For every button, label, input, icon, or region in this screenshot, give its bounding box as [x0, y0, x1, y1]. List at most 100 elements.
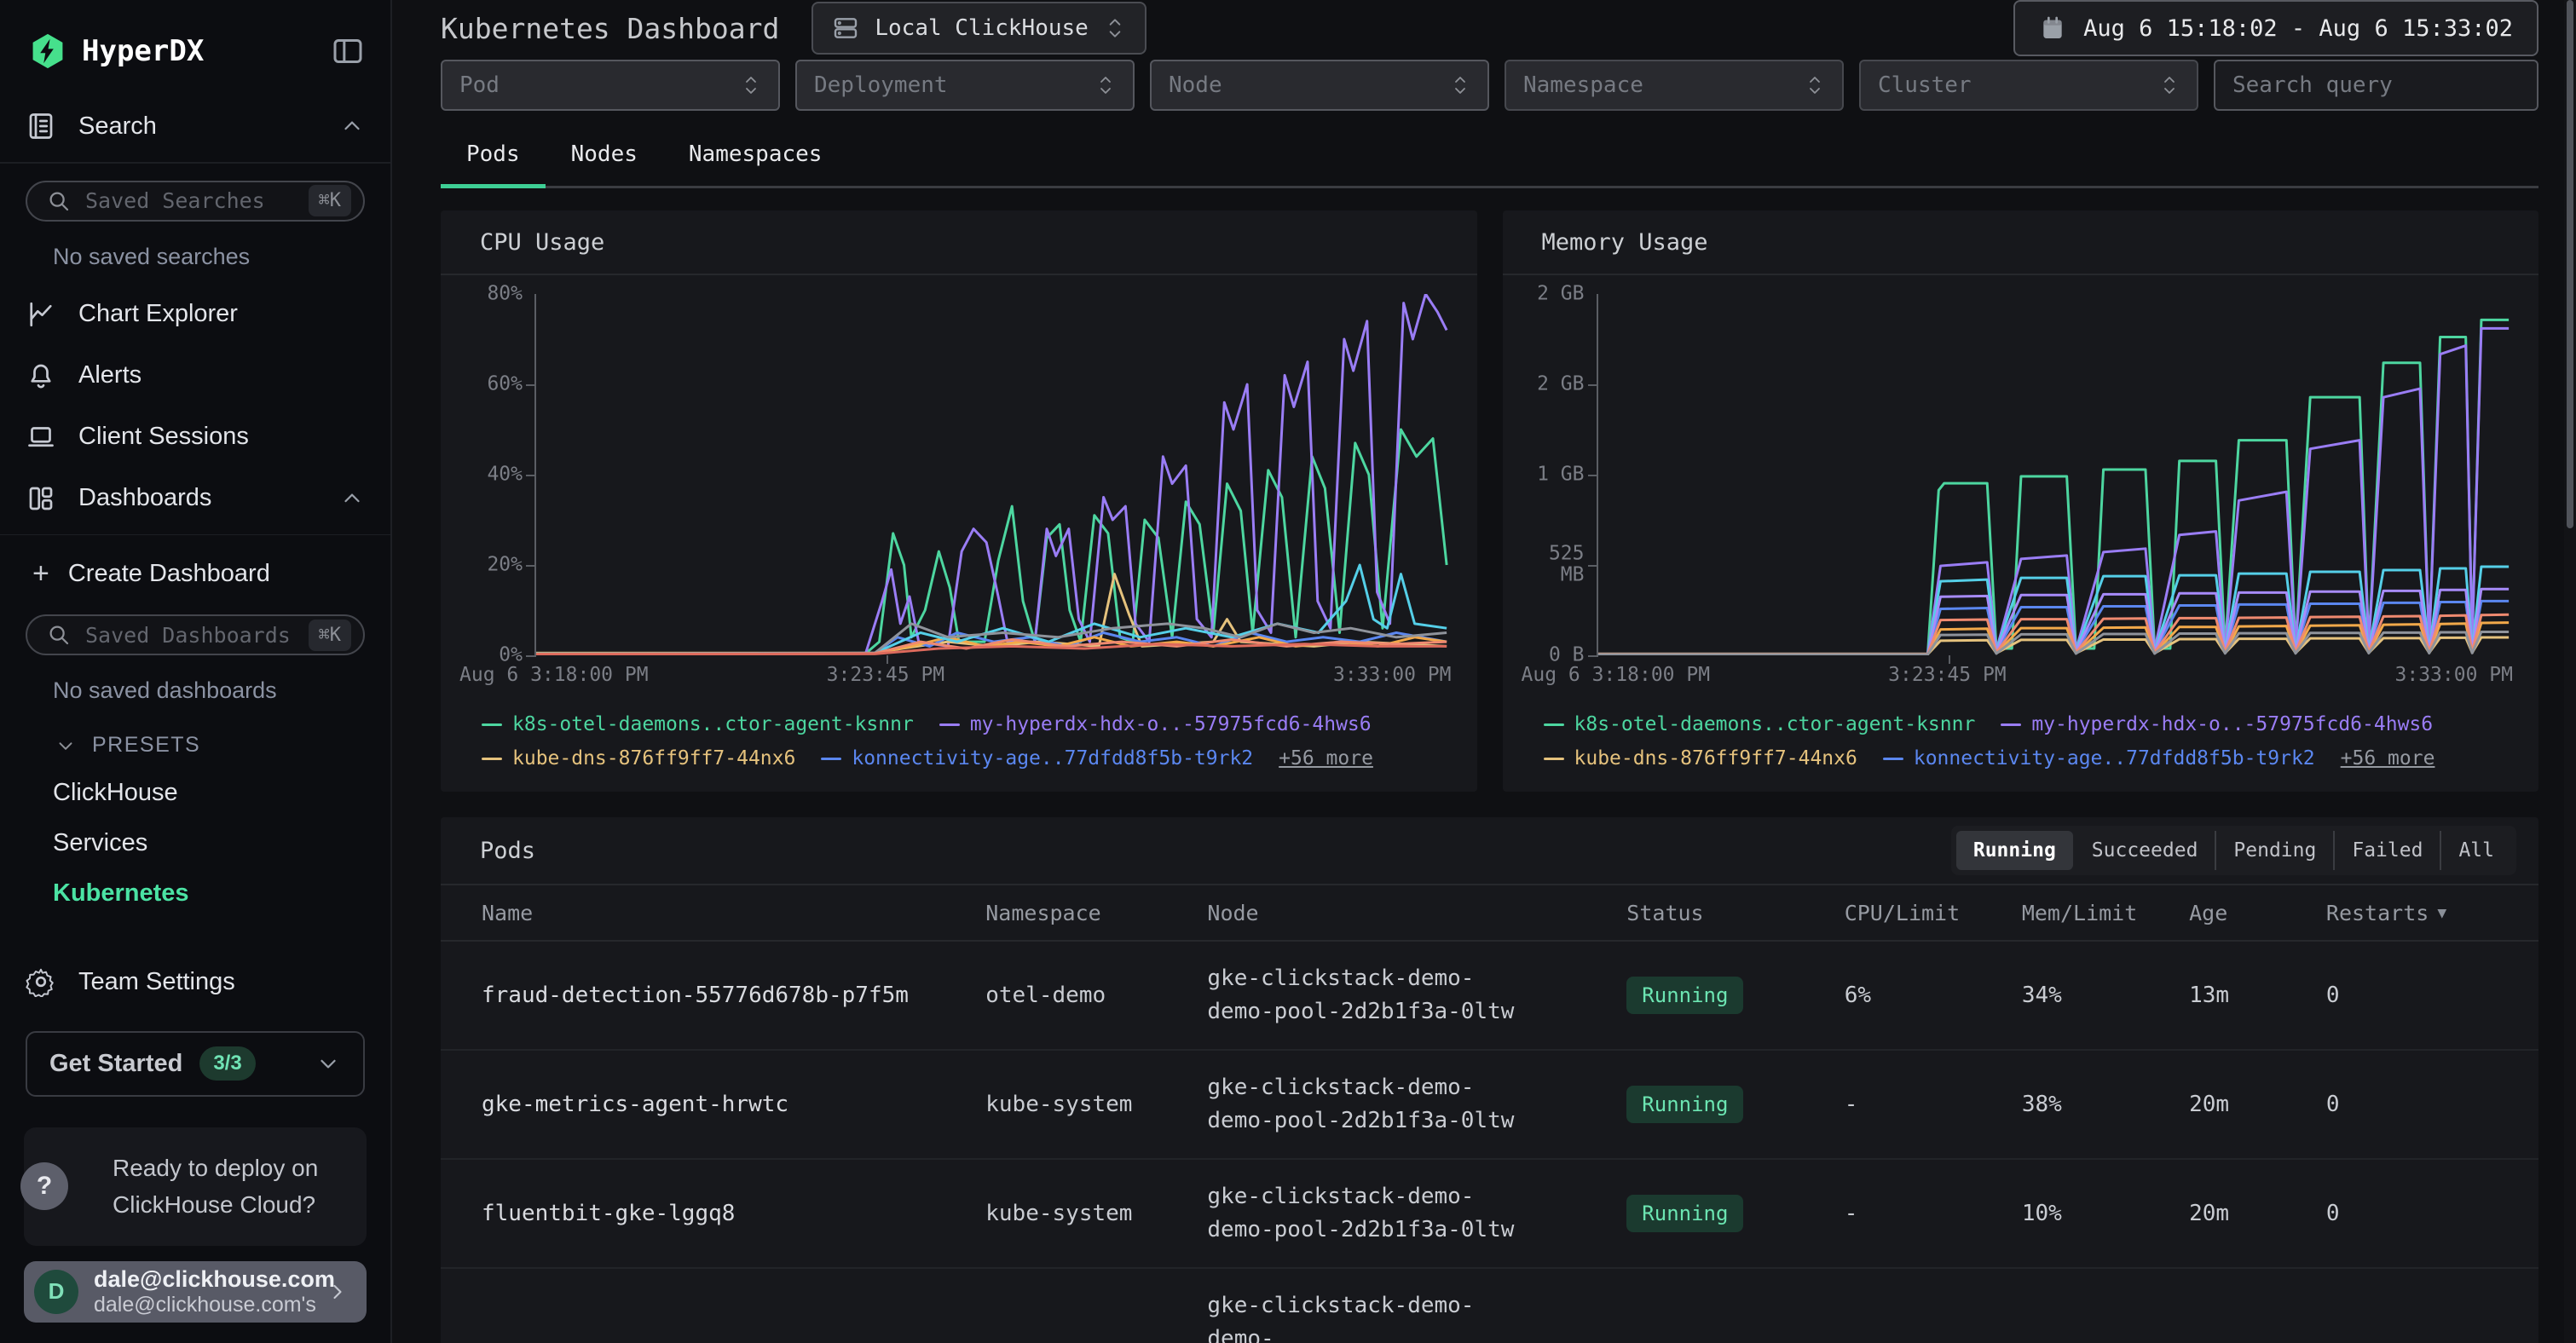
saved-dashboards-input[interactable] — [85, 623, 295, 648]
cpu-usage-card: CPU Usage 80% 60% 40% 20% 0% — [441, 210, 1477, 792]
updown-chevron-icon — [1104, 15, 1126, 41]
sidebar-item-search[interactable]: Search — [0, 95, 390, 157]
table-header-row: Name Namespace Node Status CPU/Limit Mem… — [441, 885, 2538, 942]
get-started-panel[interactable]: Get Started 3/3 — [26, 1031, 365, 1097]
pod-name[interactable]: fluentbit-gke-lggq8 — [482, 1180, 985, 1247]
x-tick-label: Aug 6 3:18:00 PM — [459, 664, 649, 686]
table-row[interactable]: gke-clickstack-demo-demo- — [441, 1269, 2538, 1343]
cpu-usage-plot[interactable] — [534, 294, 1452, 655]
pod-namespace: kube-system — [985, 1180, 1207, 1247]
user-menu[interactable]: D dale@clickhouse.com dale@clickhouse.co… — [24, 1261, 367, 1323]
preset-services[interactable]: Services — [0, 818, 390, 868]
column-header-status[interactable]: Status — [1626, 901, 1844, 925]
y-tick-label: 0 B — [1549, 644, 1585, 666]
sidebar-collapse-icon[interactable] — [331, 34, 365, 68]
node-filter-select[interactable]: Node — [1150, 60, 1489, 111]
avatar: D — [34, 1270, 78, 1314]
status-filter-running[interactable]: Running — [1956, 831, 2073, 870]
legend-swatch — [1883, 758, 1903, 760]
cluster-filter-select[interactable]: Cluster — [1859, 60, 2198, 111]
status-badge: Running — [1626, 977, 1743, 1014]
table-row[interactable]: gke-metrics-agent-hrwtc kube-system gke-… — [441, 1051, 2538, 1160]
search-query-input[interactable] — [2232, 61, 2520, 109]
sidebar-item-team-settings[interactable]: Team Settings — [0, 951, 390, 1012]
table-row[interactable]: fluentbit-gke-lggq8 kube-system gke-clic… — [441, 1160, 2538, 1269]
status-filter-all[interactable]: All — [2440, 831, 2511, 870]
legend-swatch — [939, 723, 960, 726]
status-filter-pending[interactable]: Pending — [2215, 831, 2333, 870]
x-tick-label: Aug 6 3:18:00 PM — [1522, 664, 1711, 686]
logs-icon — [26, 111, 56, 141]
database-icon — [832, 14, 859, 42]
cpu-card-header: CPU Usage — [441, 210, 1477, 275]
sidebar-item-chart-explorer[interactable]: Chart Explorer — [0, 284, 390, 345]
chevron-up-icon — [339, 486, 365, 511]
legend-more-link[interactable]: +56 more — [2341, 747, 2435, 769]
memory-legend: k8s-otel-daemons..ctor-agent-ksnnr my-hy… — [1518, 693, 2514, 792]
column-header-restarts[interactable]: Restarts▼ — [2326, 901, 2498, 925]
pods-table-card: Pods Running Succeeded Pending Failed Al… — [441, 817, 2538, 1343]
memory-usage-plot[interactable] — [1597, 294, 2514, 655]
preset-kubernetes[interactable]: Kubernetes — [0, 868, 390, 919]
column-header-cpu[interactable]: CPU/Limit — [1845, 901, 2022, 925]
sidebar-item-client-sessions[interactable]: Client Sessions — [0, 406, 390, 468]
column-header-name[interactable]: Name — [482, 901, 985, 925]
cloud-promo-card[interactable]: ? Ready to deploy on ClickHouse Cloud? — [24, 1127, 367, 1246]
deployment-filter-select[interactable]: Deployment — [795, 60, 1135, 111]
sidebar-item-alerts[interactable]: Alerts — [0, 345, 390, 406]
column-header-node[interactable]: Node — [1207, 901, 1626, 925]
pod-age: 20m — [2189, 1180, 2326, 1247]
pod-name[interactable]: fraud-detection-55776d678b-p7f5m — [482, 962, 985, 1029]
main-content: Kubernetes Dashboard Local ClickHouse Au… — [392, 0, 2576, 1343]
legend-swatch — [821, 758, 841, 760]
presets-header[interactable]: PRESETS — [0, 718, 390, 768]
scrollbar-thumb[interactable] — [2567, 0, 2573, 528]
pod-filter-select[interactable]: Pod — [441, 60, 780, 111]
tab-nodes[interactable]: Nodes — [546, 126, 663, 188]
promo-line2: ClickHouse Cloud? — [113, 1186, 341, 1223]
deployment-filter-placeholder: Deployment — [814, 72, 1087, 98]
preset-clickhouse[interactable]: ClickHouse — [0, 768, 390, 818]
search-icon — [46, 188, 72, 214]
sidebar-item-label: Client Sessions — [78, 423, 365, 451]
table-row[interactable]: fraud-detection-55776d678b-p7f5m otel-de… — [441, 942, 2538, 1051]
charts-row: CPU Usage 80% 60% 40% 20% 0% — [441, 210, 2538, 792]
legend-more-link[interactable]: +56 more — [1279, 747, 1373, 769]
status-filter-succeeded[interactable]: Succeeded — [2073, 831, 2215, 870]
updown-chevron-icon — [1805, 73, 1825, 97]
namespace-filter-select[interactable]: Namespace — [1505, 60, 1844, 111]
source-select[interactable]: Local ClickHouse — [811, 2, 1146, 55]
pod-name[interactable]: gke-metrics-agent-hrwtc — [482, 1071, 985, 1138]
time-range-value: Aug 6 15:18:02 - Aug 6 15:33:02 — [2083, 15, 2513, 42]
time-range-button[interactable]: Aug 6 15:18:02 - Aug 6 15:33:02 — [2013, 0, 2538, 56]
legend-item: kube-dns-876ff9ff7-44nx6 — [482, 747, 795, 769]
search-query-box — [2214, 60, 2538, 111]
create-dashboard-button[interactable]: + Create Dashboard — [0, 540, 390, 602]
column-header-mem[interactable]: Mem/Limit — [2022, 901, 2189, 925]
sidebar-item-dashboards[interactable]: Dashboards — [0, 468, 390, 529]
legend-item: konnectivity-age..77dfdd8f5b-t9rk2 — [821, 747, 1253, 769]
saved-dashboards-box[interactable]: ⌘K — [26, 614, 365, 655]
page-scrollbar[interactable] — [2564, 0, 2576, 1343]
pod-restarts: 0 — [2326, 1071, 2498, 1138]
x-tick-label: 3:33:00 PM — [1333, 664, 1451, 686]
bell-icon — [26, 360, 56, 391]
tab-pods[interactable]: Pods — [441, 126, 546, 188]
chart-icon — [26, 299, 56, 330]
sidebar-item-label: Alerts — [78, 361, 365, 389]
memory-usage-card: Memory Usage 2 GB 2 GB 1 GB 525 MB 0 B — [1503, 210, 2539, 792]
column-header-age[interactable]: Age — [2189, 901, 2326, 925]
hyperdx-logo-icon — [29, 32, 66, 70]
column-header-namespace[interactable]: Namespace — [985, 901, 1207, 925]
source-select-value: Local ClickHouse — [875, 15, 1088, 41]
no-saved-searches-text: No saved searches — [0, 230, 390, 284]
help-icon[interactable]: ? — [20, 1162, 68, 1210]
saved-searches-box[interactable]: ⌘K — [26, 181, 365, 222]
sort-desc-icon: ▼ — [2437, 904, 2446, 922]
shortcut-badge: ⌘K — [309, 620, 352, 651]
saved-searches-input[interactable] — [85, 188, 295, 213]
cpu-x-axis: Aug 6 3:18:00 PM 3:23:45 PM 3:33:00 PM — [534, 655, 1452, 693]
status-filter-failed[interactable]: Failed — [2333, 831, 2440, 870]
tab-namespaces[interactable]: Namespaces — [663, 126, 848, 188]
chevron-right-icon — [326, 1280, 349, 1304]
